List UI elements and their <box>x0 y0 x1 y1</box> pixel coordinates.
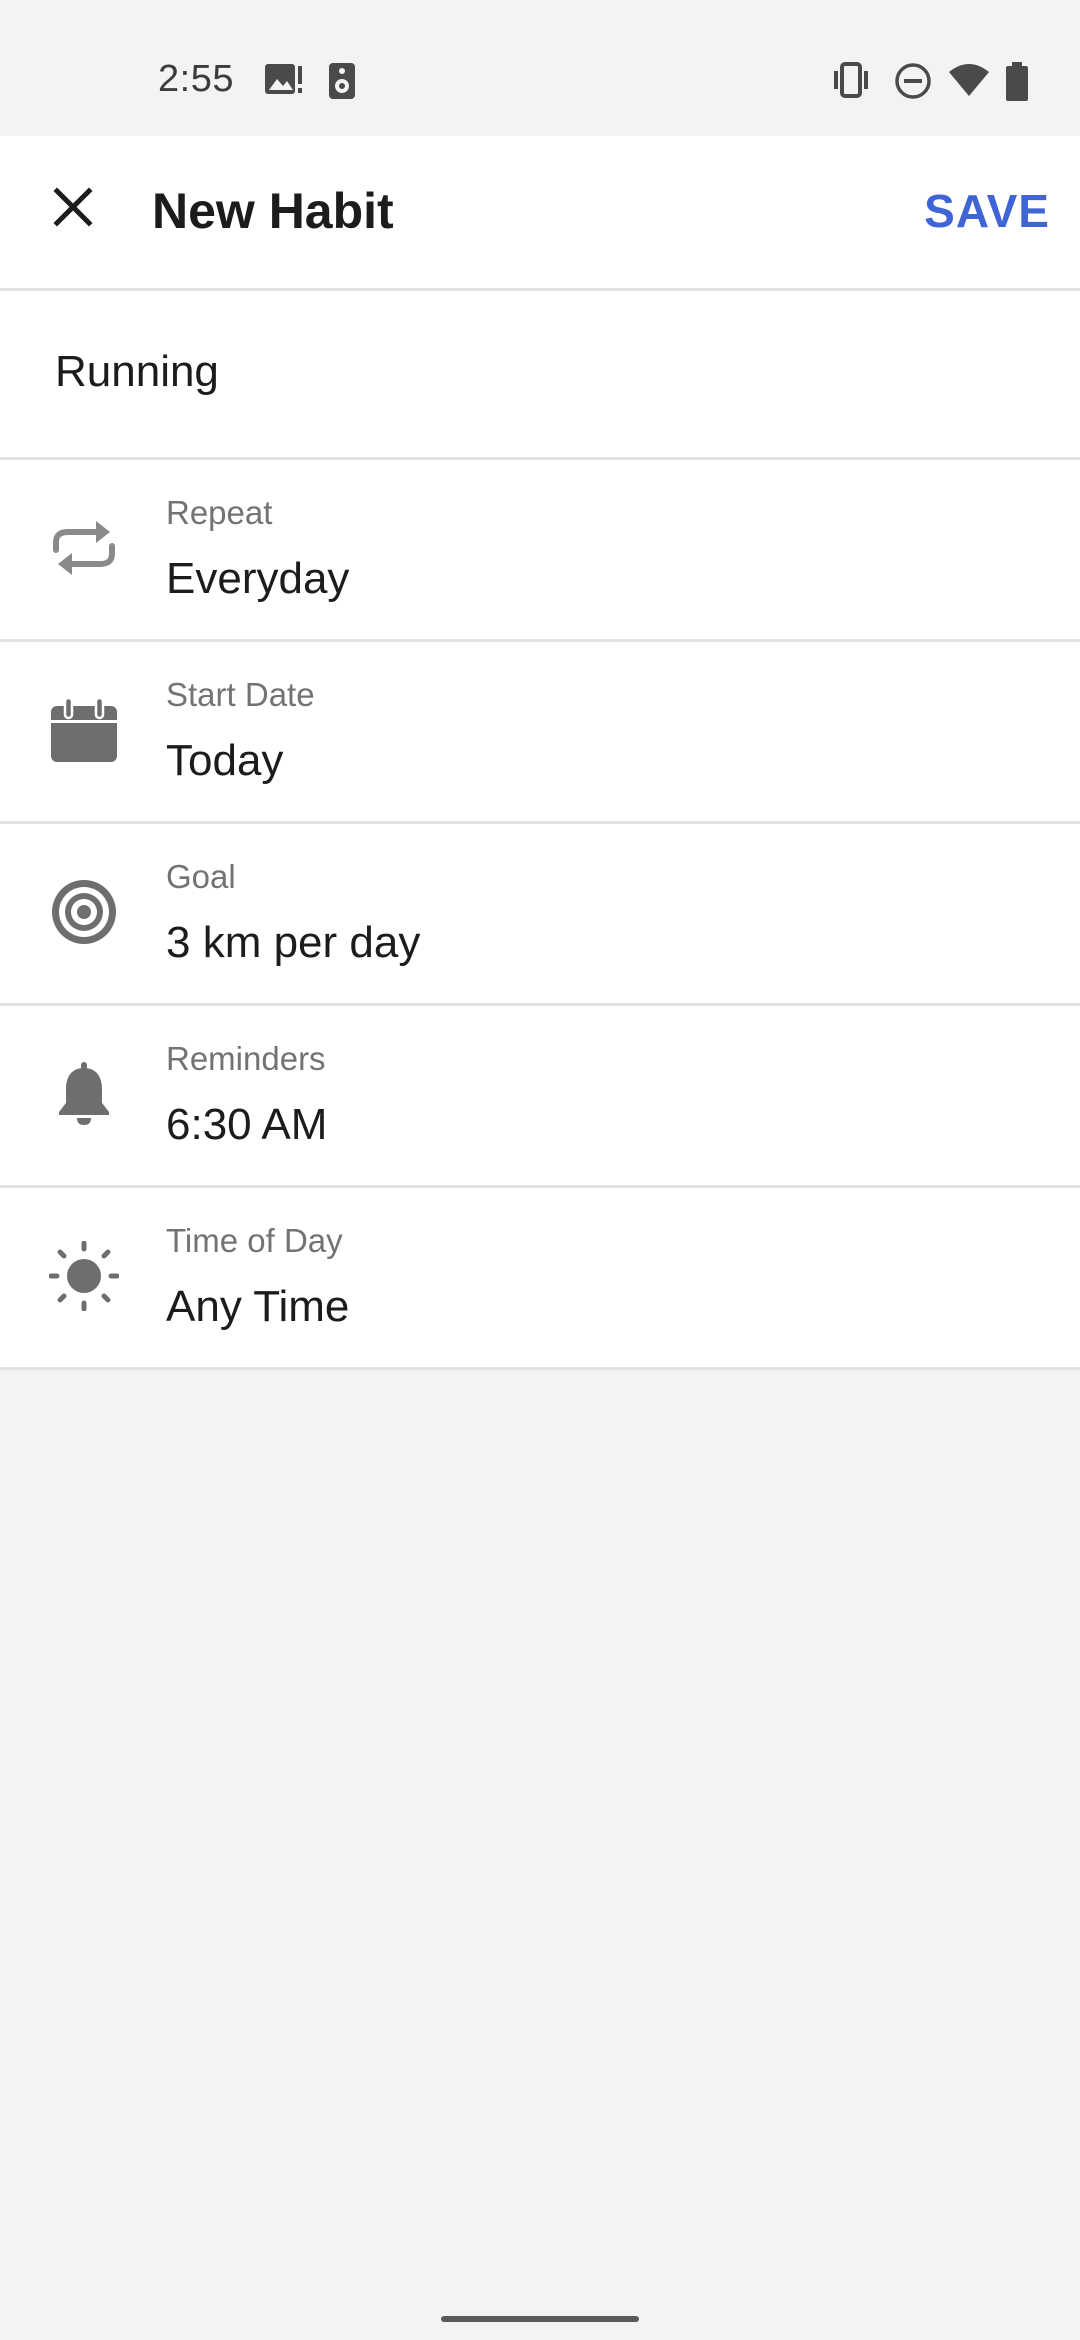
reminders-row[interactable]: Reminders 6:30 AM <box>0 1006 1080 1188</box>
time-of-day-label: Time of Day <box>166 1222 343 1259</box>
habit-name-row <box>0 291 1080 460</box>
target-icon <box>44 872 124 952</box>
speaker-icon <box>328 62 356 105</box>
battery-icon <box>1004 62 1030 107</box>
goal-label: Goal <box>166 858 236 895</box>
close-icon <box>53 186 93 232</box>
time-of-day-row[interactable]: Time of Day Any Time <box>0 1188 1080 1370</box>
bell-icon <box>44 1054 124 1134</box>
start-date-row[interactable]: Start Date Today <box>0 642 1080 824</box>
repeat-row[interactable]: Repeat Everyday <box>0 460 1080 642</box>
vibrate-icon <box>830 62 872 103</box>
image-alert-icon <box>264 62 304 103</box>
goal-row[interactable]: Goal 3 km per day <box>0 824 1080 1006</box>
save-button[interactable]: SAVE <box>924 184 1050 238</box>
repeat-value: Everyday <box>166 554 350 603</box>
start-date-label: Start Date <box>166 676 315 713</box>
close-button[interactable] <box>30 166 116 252</box>
do-not-disturb-icon <box>894 62 932 105</box>
reminders-label: Reminders <box>166 1040 326 1077</box>
repeat-icon <box>44 508 124 588</box>
sun-icon <box>44 1236 124 1316</box>
reminders-value: 6:30 AM <box>166 1100 328 1149</box>
home-indicator[interactable] <box>441 2316 639 2322</box>
status-time: 2:55 <box>158 58 234 100</box>
start-date-value: Today <box>166 736 284 785</box>
time-of-day-value: Any Time <box>166 1282 350 1331</box>
habit-name-input[interactable] <box>55 347 1015 397</box>
app-bar: New Habit SAVE <box>0 136 1080 291</box>
goal-value: 3 km per day <box>166 918 421 967</box>
wifi-icon <box>948 62 990 103</box>
status-bar: 2:55 <box>0 0 1080 136</box>
repeat-label: Repeat <box>166 494 273 531</box>
page-title: New Habit <box>152 183 394 239</box>
calendar-icon <box>44 690 124 770</box>
